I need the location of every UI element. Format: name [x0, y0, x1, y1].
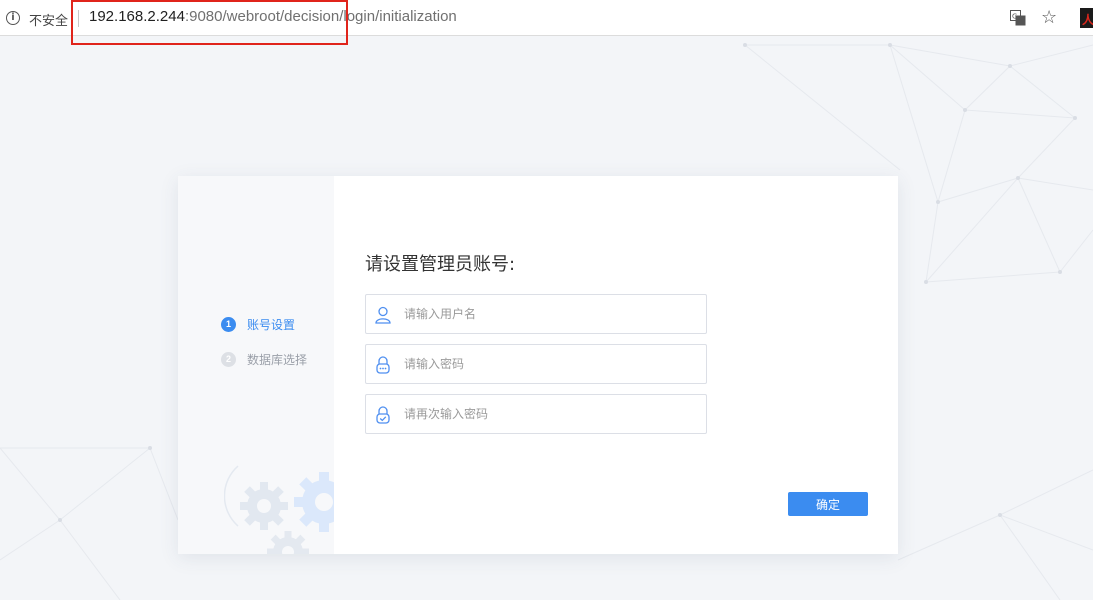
password-confirm-input[interactable] — [404, 395, 699, 433]
step-account-setup: 1 账号设置 — [221, 315, 295, 333]
form-title: 请设置管理员账号: — [365, 254, 516, 275]
pdf-extension-icon[interactable]: 人 — [1080, 8, 1093, 28]
info-icon[interactable]: i — [6, 11, 20, 25]
step-number-badge: 2 — [221, 351, 236, 367]
translate-icon[interactable]: G — [1010, 10, 1026, 26]
url-highlight-box — [71, 0, 348, 45]
user-icon — [375, 306, 391, 324]
username-input[interactable] — [404, 295, 699, 333]
step-label: 数据库选择 — [247, 352, 308, 367]
step-database-select: 2 数据库选择 — [221, 350, 307, 368]
password-confirm-field[interactable] — [365, 394, 707, 434]
password-input[interactable] — [404, 345, 699, 383]
username-field[interactable] — [365, 294, 707, 334]
gears-illustration — [224, 465, 334, 554]
setup-card: 1 账号设置 2 数据库选择 请设置管理员账号: 请输入用户名 确定 — [178, 176, 898, 554]
security-label[interactable]: 不安全 — [29, 10, 68, 29]
confirm-button[interactable]: 确定 — [788, 492, 868, 516]
bookmark-star-icon[interactable]: ☆ — [1041, 7, 1057, 28]
lock-icon — [376, 356, 390, 374]
step-label: 账号设置 — [247, 317, 296, 332]
step-number-badge: 1 — [221, 316, 236, 332]
password-field[interactable] — [365, 344, 707, 384]
svg-text:G: G — [1012, 13, 1017, 21]
lock-check-icon — [376, 406, 390, 424]
steps-panel: 1 账号设置 2 数据库选择 — [178, 176, 334, 554]
address-bar[interactable]: i 不安全 192.168.2.244:9080/webroot/decisio… — [0, 0, 1093, 45]
